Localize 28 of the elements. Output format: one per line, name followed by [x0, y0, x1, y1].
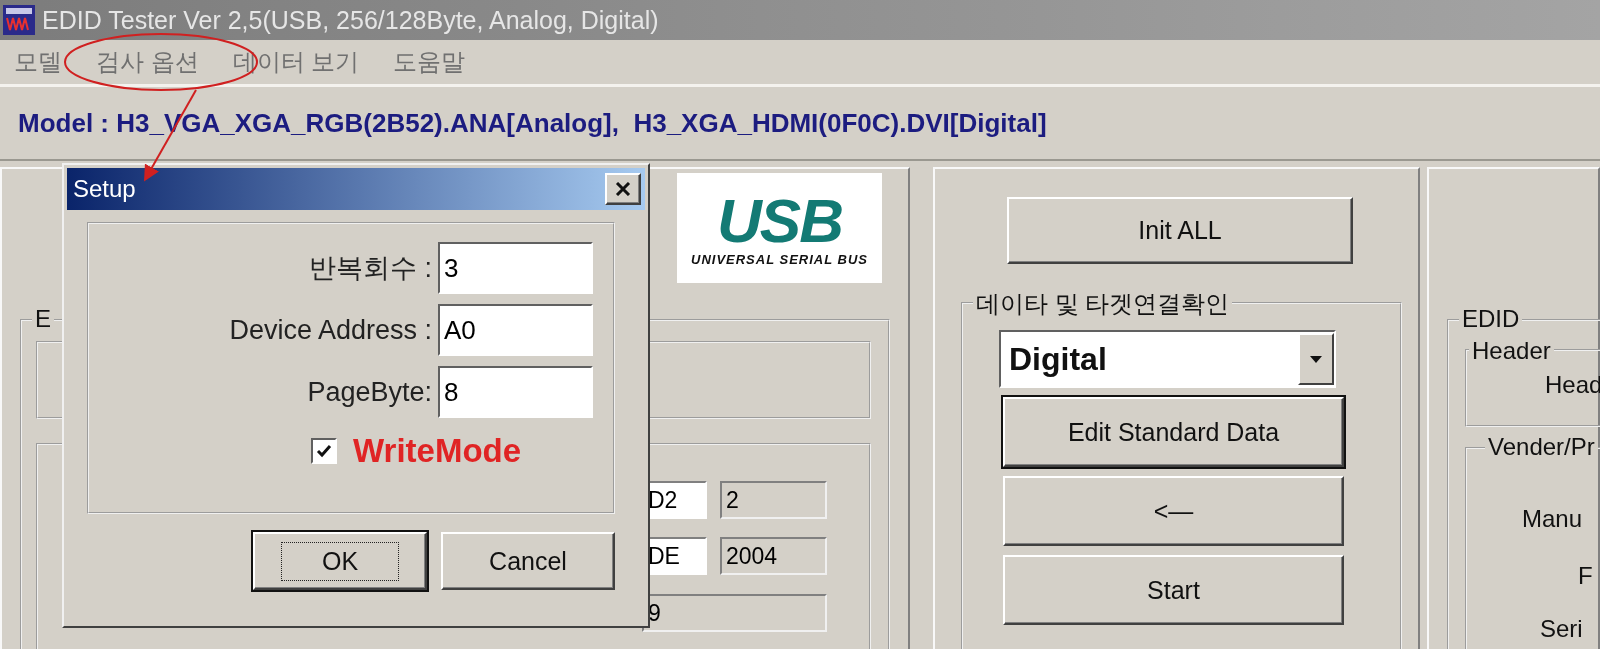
dialog-title: Setup	[73, 175, 136, 203]
combo-box[interactable]: Digital	[999, 330, 1336, 388]
app-icon	[2, 4, 36, 36]
close-icon	[615, 182, 631, 196]
input-field[interactable]: 3	[438, 242, 593, 294]
action-button[interactable]: <—	[1003, 476, 1344, 546]
action-button[interactable]: Edit Standard Data	[1003, 397, 1344, 467]
field-label: 반복회수 :	[308, 252, 432, 285]
usb-logo: USB UNIVERSAL SERIAL BUS	[677, 173, 882, 283]
field-label: Seri	[1540, 615, 1583, 643]
field-label: Head	[1545, 371, 1600, 399]
close-button[interactable]	[605, 173, 641, 205]
dialog-button[interactable]: OK	[253, 532, 427, 590]
field-label: F	[1578, 562, 1593, 590]
window-title: EDID Tester Ver 2,5(USB, 256/128Byte, Analog, Digital)	[42, 5, 659, 35]
dialog-button[interactable]: Cancel	[441, 532, 615, 590]
input-field[interactable]: A0	[438, 304, 593, 356]
dropdown-arrow-icon	[1310, 355, 1322, 363]
action-button[interactable]: Start	[1003, 555, 1344, 625]
input-field[interactable]: 8	[438, 366, 593, 418]
text-field[interactable]: 2	[720, 481, 827, 519]
text-field[interactable]: 2004	[720, 537, 827, 575]
field-label: Manu	[1522, 505, 1583, 533]
checkbox[interactable]	[311, 438, 337, 464]
field-label: Device Address :	[228, 314, 432, 346]
checkmark-icon	[316, 444, 332, 458]
field-label: PageByte:	[306, 376, 432, 408]
init-button[interactable]: Init ALL	[1007, 197, 1353, 264]
